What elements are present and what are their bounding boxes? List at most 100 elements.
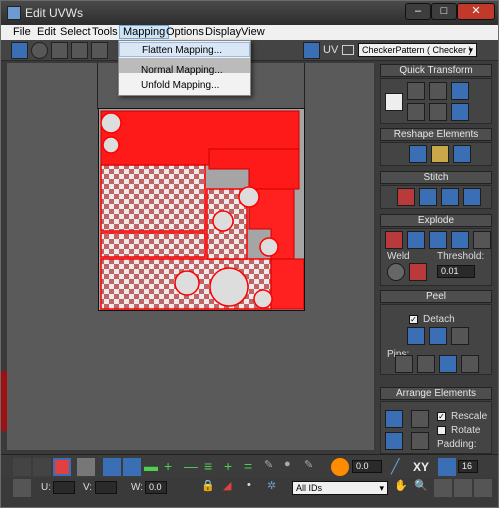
edge-mode-icon[interactable] [33,458,51,476]
ring-icon[interactable]: ≡ [204,458,222,476]
snap-icon[interactable]: ✲ [267,479,285,497]
u-input[interactable] [53,481,75,494]
face-mode-icon[interactable] [53,458,71,476]
lock-selection-icon[interactable]: 🔒 [201,479,219,497]
rescale-checkbox[interactable]: ✓ [437,412,446,421]
absolute-relative-icon[interactable] [13,479,31,497]
space-h-icon[interactable] [407,103,425,121]
rotate-tool-icon[interactable] [31,42,48,59]
paint-brush-icon[interactable]: ✎ [304,458,322,476]
quick-transform-header[interactable]: Quick Transform [380,64,492,77]
texture-select[interactable]: CheckerPattern ( Checker ) ▾ [358,43,477,57]
arrange-header[interactable]: Arrange Elements [380,387,492,400]
shrink-icon[interactable]: ▬ [144,458,162,476]
stitch-source-icon[interactable] [397,188,415,206]
maximize-button[interactable]: □ [431,3,457,20]
arc-icon[interactable] [453,145,471,163]
peel-mode-icon[interactable] [429,327,447,345]
soft-select-icon[interactable] [331,458,349,476]
menu-unfold-mapping[interactable]: Unfold Mapping... [119,78,250,93]
rescale-elements-icon[interactable] [385,432,403,450]
element-mode-icon[interactable] [77,458,95,476]
grid-snap-icon[interactable] [474,479,492,497]
rotate-neg-icon[interactable] [451,103,469,121]
edit-pins-icon[interactable] [395,355,413,373]
zoom-extents-icon[interactable] [454,479,472,497]
menu-normal-mapping[interactable]: Normal Mapping... [119,63,250,78]
align-v-icon[interactable] [429,82,447,100]
options-icon[interactable] [342,45,354,55]
select-by-element-icon[interactable] [103,458,121,476]
paint-select-icon[interactable]: ✎ [264,458,282,476]
detach-checkbox[interactable]: ✓ [409,315,418,324]
peel-header[interactable]: Peel [380,290,492,303]
flatten-by-material-icon[interactable] [451,231,469,249]
pan-icon[interactable]: ✋ [394,479,412,497]
close-button[interactable]: ✕ [457,3,495,20]
straighten-icon[interactable] [409,145,427,163]
select-pins-icon[interactable] [461,355,479,373]
zoom-icon[interactable]: 🔍 [414,479,432,497]
falloff-input[interactable]: 0.0 [352,460,382,473]
xy-label[interactable]: XY [413,460,429,474]
stitch-custom-icon[interactable] [463,188,481,206]
id-filter-select[interactable]: All IDs ▾ [292,481,388,495]
menu-edit[interactable]: Edit [37,26,56,38]
menu-select[interactable]: Select [60,26,91,38]
zoom-input[interactable]: 16 [458,460,478,473]
uv-texture-square[interactable] [98,108,305,311]
pack-normalize-icon[interactable] [385,410,403,428]
move-tool-icon[interactable] [11,42,28,59]
freeform-tool-icon[interactable] [71,42,88,59]
align-h-icon[interactable] [407,82,425,100]
stitch-avg-icon[interactable] [419,188,437,206]
vertex-mode-icon[interactable] [13,458,31,476]
pin-icon[interactable]: • [247,479,265,497]
rotate-90-icon[interactable] [451,82,469,100]
menu-display[interactable]: Display [205,26,241,38]
pack-together-icon[interactable] [411,432,429,450]
shrink-ring-icon[interactable]: = [244,458,262,476]
menu-mapping[interactable]: Mapping [119,25,170,39]
lock-icon[interactable] [438,458,456,476]
threshold-input[interactable]: 0.01 [437,265,475,278]
stitch-header[interactable]: Stitch [380,171,492,184]
select-overlap-icon[interactable] [123,458,141,476]
menu-file[interactable]: File [13,26,31,38]
flatten-by-smoothing-icon[interactable] [429,231,447,249]
show-map-icon[interactable] [303,42,320,59]
stitch-target-icon[interactable] [441,188,459,206]
mirror-tool-icon[interactable] [91,42,108,59]
reset-peel-icon[interactable] [451,327,469,345]
filter-icon[interactable]: ◢ [223,479,241,497]
uv-viewport[interactable] [7,63,374,450]
zoom-region-icon[interactable] [434,479,452,497]
menu-view[interactable]: View [241,26,265,38]
scale-tool-icon[interactable] [51,42,68,59]
paint-size-icon[interactable]: ● [284,458,302,476]
menu-options[interactable]: Options [166,26,204,38]
minimize-button[interactable]: – [405,3,431,20]
align-icon[interactable] [385,93,403,111]
detach-edge-icon[interactable] [407,231,425,249]
pack-custom-icon[interactable] [411,410,429,428]
relax-icon[interactable] [431,145,449,163]
flatten-icon[interactable] [473,231,491,249]
rotate-checkbox[interactable] [437,426,446,435]
w-input[interactable]: 0.0 [145,481,167,494]
pin-stretch-icon[interactable] [417,355,435,373]
menu-tools[interactable]: Tools [92,26,118,38]
v-input[interactable] [95,481,117,494]
auto-pin-icon[interactable] [439,355,457,373]
reshape-header[interactable]: Reshape Elements [380,128,492,141]
loop-icon[interactable]: — [184,458,202,476]
weld-selected-icon[interactable] [409,263,427,281]
break-icon[interactable] [385,231,403,249]
grow-ring-icon[interactable]: + [224,458,242,476]
menu-flatten-mapping[interactable]: Flatten Mapping... [119,42,250,57]
grow-icon[interactable]: + [164,458,182,476]
explode-header[interactable]: Explode [380,214,492,227]
falloff-type-icon[interactable]: ╱ [391,458,409,476]
weld-target-icon[interactable] [387,263,405,281]
space-v-icon[interactable] [429,103,447,121]
